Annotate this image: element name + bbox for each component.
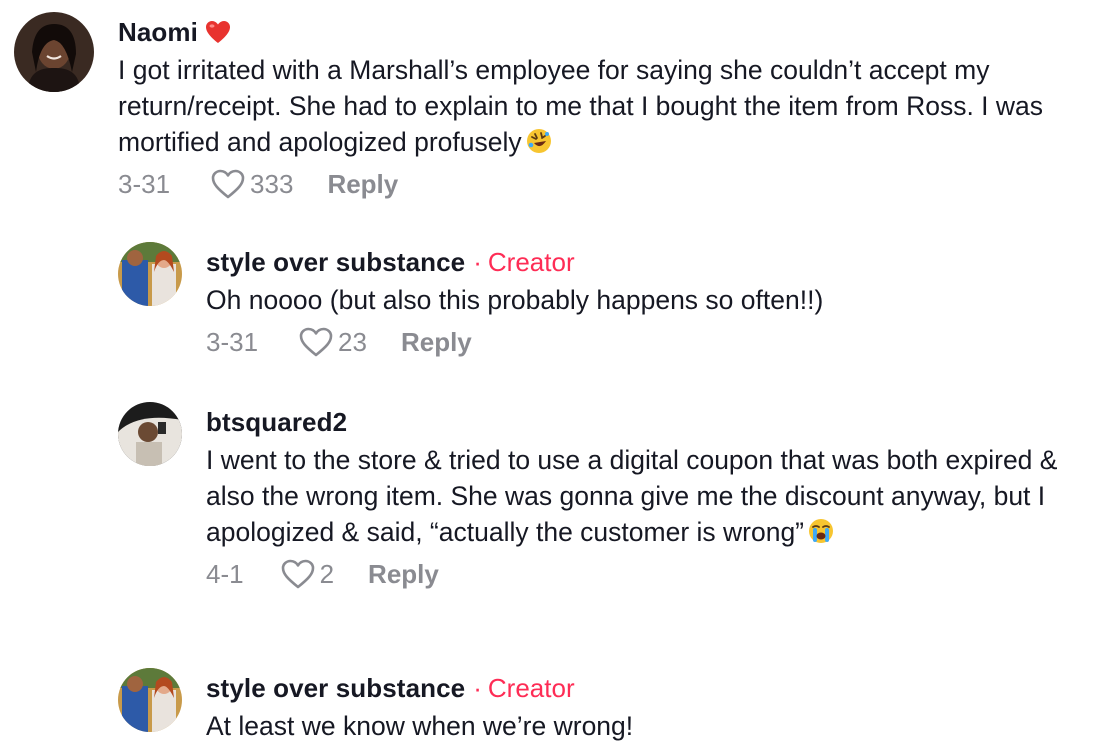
comment-date: 4-1 — [206, 559, 244, 589]
reply-comment: btsquared2 I went to the store & tried t… — [118, 402, 1108, 590]
reply-button[interactable]: Reply — [368, 558, 439, 590]
like-button[interactable]: 333 — [210, 168, 293, 200]
comment-date: 3-31 — [118, 169, 171, 199]
comment-text: I went to the store & tried to use a dig… — [206, 442, 1108, 550]
reply-button[interactable]: Reply — [401, 326, 472, 358]
reply-comment: style over substance · Creator Oh noooo … — [118, 242, 1108, 358]
creator-badge: Creator — [487, 247, 575, 277]
heart-outline-icon — [299, 327, 333, 357]
avatar[interactable] — [118, 668, 182, 732]
heart-outline-icon — [211, 169, 245, 199]
avatar-image — [118, 402, 182, 466]
comment: Naomi I got irritated with a Marshall’s … — [14, 12, 1104, 200]
comment-text-content: I went to the store & tried to use a dig… — [206, 445, 1065, 547]
comment-username[interactable]: style over substance — [206, 246, 465, 278]
reply-comment: style over substance · Creator At least … — [118, 668, 1108, 744]
like-button[interactable]: 23 — [298, 326, 367, 358]
avatar[interactable] — [118, 402, 182, 466]
avatar-image — [118, 242, 182, 306]
creator-separator: · — [473, 247, 482, 277]
comment-text: I got irritated with a Marshall’s employ… — [118, 52, 1104, 160]
avatar[interactable] — [118, 242, 182, 306]
avatar-image — [14, 12, 94, 92]
comment-text: At least we know when we’re wrong! — [206, 711, 634, 741]
comment-text: Oh noooo (but also this probably happens… — [206, 285, 824, 315]
loudly-crying-face-emoji-icon — [809, 519, 834, 543]
red-heart-emoji-icon — [205, 21, 230, 43]
like-count: 23 — [338, 327, 367, 357]
reply-button[interactable]: Reply — [327, 168, 398, 200]
comment-date: 3-31 — [206, 327, 259, 357]
avatar[interactable] — [14, 12, 94, 92]
creator-badge: Creator — [487, 673, 575, 703]
comment-username[interactable]: Naomi — [118, 16, 198, 48]
like-count: 2 — [319, 559, 335, 589]
comment-username[interactable]: btsquared2 — [206, 406, 347, 438]
like-count: 333 — [250, 169, 294, 199]
comment-text-content: I got irritated with a Marshall’s employ… — [118, 55, 1051, 157]
heart-outline-icon — [281, 559, 314, 589]
rolling-on-floor-laughing-emoji-icon — [526, 129, 551, 153]
avatar-image — [118, 668, 182, 732]
like-button[interactable]: 2 — [280, 558, 334, 590]
comment-username[interactable]: style over substance — [206, 672, 465, 704]
creator-separator: · — [473, 673, 482, 703]
